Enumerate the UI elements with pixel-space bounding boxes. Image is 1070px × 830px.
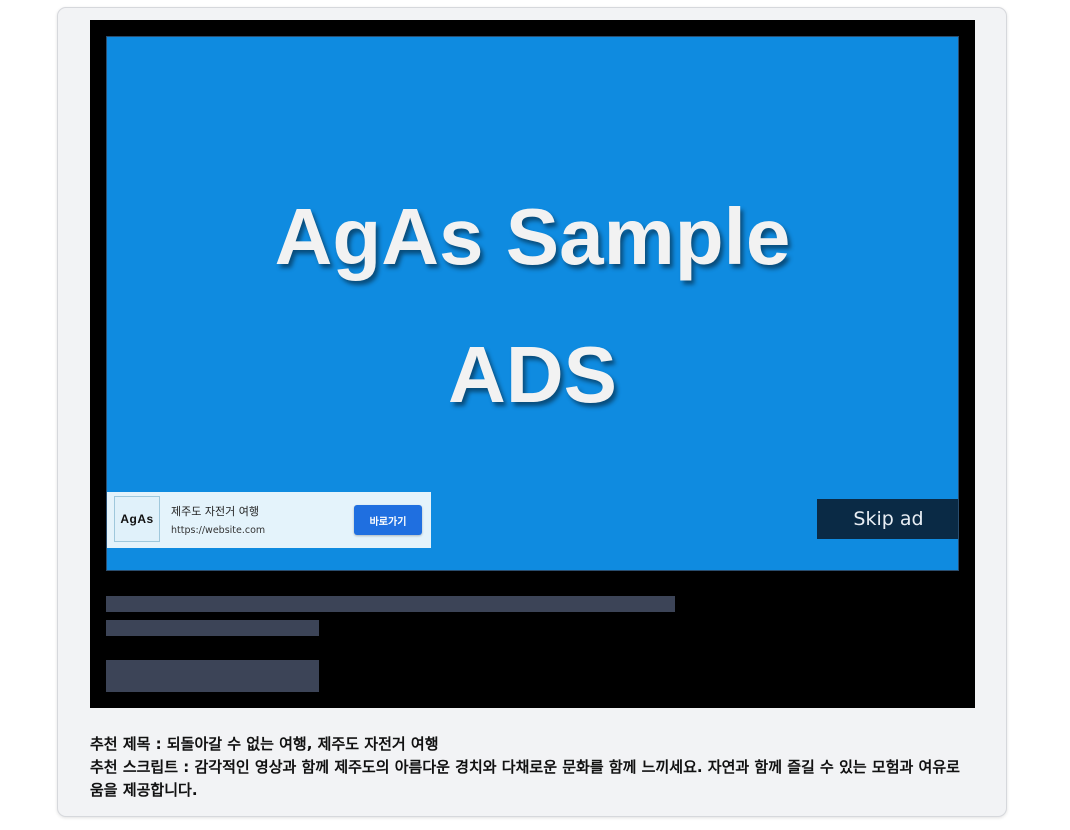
- banner-url: https://website.com: [171, 525, 266, 536]
- ad-headline-line2: ADS: [448, 330, 617, 419]
- ad-headline-line1: AgAs Sample: [274, 192, 791, 281]
- recommended-script: 추천 스크립트 : 감각적인 영상과 함께 제주도의 아름다운 경치와 다채로운…: [90, 758, 960, 799]
- placeholder-bar-button: [106, 660, 319, 692]
- placeholder-bar-subtitle: [106, 620, 319, 636]
- ad-video[interactable]: AgAs Sample ADS AgAs 제주도 자전거 여행 https://…: [106, 36, 959, 571]
- banner-title: 제주도 자전거 여행: [171, 505, 259, 518]
- recommendation-text: 추천 제목 : 되돌아갈 수 없는 여행, 제주도 자전거 여행 추천 스크립트…: [90, 733, 970, 802]
- ad-preview-card: AgAs Sample ADS AgAs 제주도 자전거 여행 https://…: [57, 7, 1007, 817]
- advertiser-logo-text: AgAs: [120, 512, 154, 526]
- ad-banner: AgAs 제주도 자전거 여행 https://website.com 바로가기: [107, 492, 431, 548]
- video-player: AgAs Sample ADS AgAs 제주도 자전거 여행 https://…: [90, 20, 975, 708]
- go-to-site-button[interactable]: 바로가기: [354, 505, 422, 535]
- recommended-title: 추천 제목 : 되돌아갈 수 없는 여행, 제주도 자전거 여행: [90, 735, 439, 753]
- placeholder-bar-title: [106, 596, 675, 612]
- skip-ad-button[interactable]: Skip ad: [817, 499, 958, 539]
- advertiser-logo: AgAs: [114, 496, 160, 542]
